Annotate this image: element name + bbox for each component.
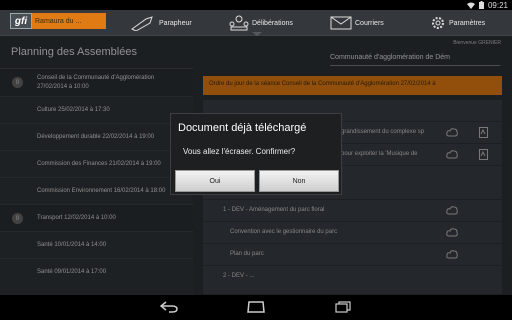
overwrite-dialog: Document déjà téléchargé Vous allez l'éc… — [170, 113, 342, 195]
app-logo: gfi Ramaura du ... — [10, 13, 106, 29]
dialog-message: Vous allez l'écraser. Confirmer? — [183, 147, 296, 156]
gear-icon — [432, 17, 444, 29]
nav-parametres[interactable]: Paramètres — [430, 10, 485, 36]
confirm-button[interactable]: Oui — [175, 170, 255, 192]
recent-apps-icon[interactable] — [335, 301, 351, 313]
pen-icon — [131, 16, 153, 31]
nav-parapheur[interactable]: Parapheur — [130, 10, 192, 36]
nav-courriers[interactable]: Courriers — [330, 10, 384, 36]
battery-icon — [478, 1, 484, 9]
cancel-button[interactable]: Non — [259, 170, 339, 192]
nav-label-courriers: Courriers — [355, 19, 384, 27]
status-time: 09:21 — [487, 0, 508, 10]
nav-label-deliberations: Délibérations — [252, 19, 293, 27]
status-icons: 09:21 — [466, 0, 508, 10]
system-navbar — [0, 295, 512, 320]
logo-subtext: Ramaura du ... — [32, 13, 106, 29]
envelope-icon — [330, 16, 352, 30]
wifi-icon — [466, 2, 475, 9]
nav-label-parametres: Paramètres — [449, 19, 486, 27]
dialog-title: Document déjà téléchargé — [178, 122, 307, 134]
nav-label-parapheur: Parapheur — [159, 19, 192, 27]
back-icon[interactable] — [160, 301, 178, 313]
home-icon[interactable] — [247, 301, 265, 313]
assembly-icon — [229, 15, 249, 31]
logo-gfi: gfi — [10, 13, 32, 29]
status-bar: 09:21 — [0, 0, 512, 10]
